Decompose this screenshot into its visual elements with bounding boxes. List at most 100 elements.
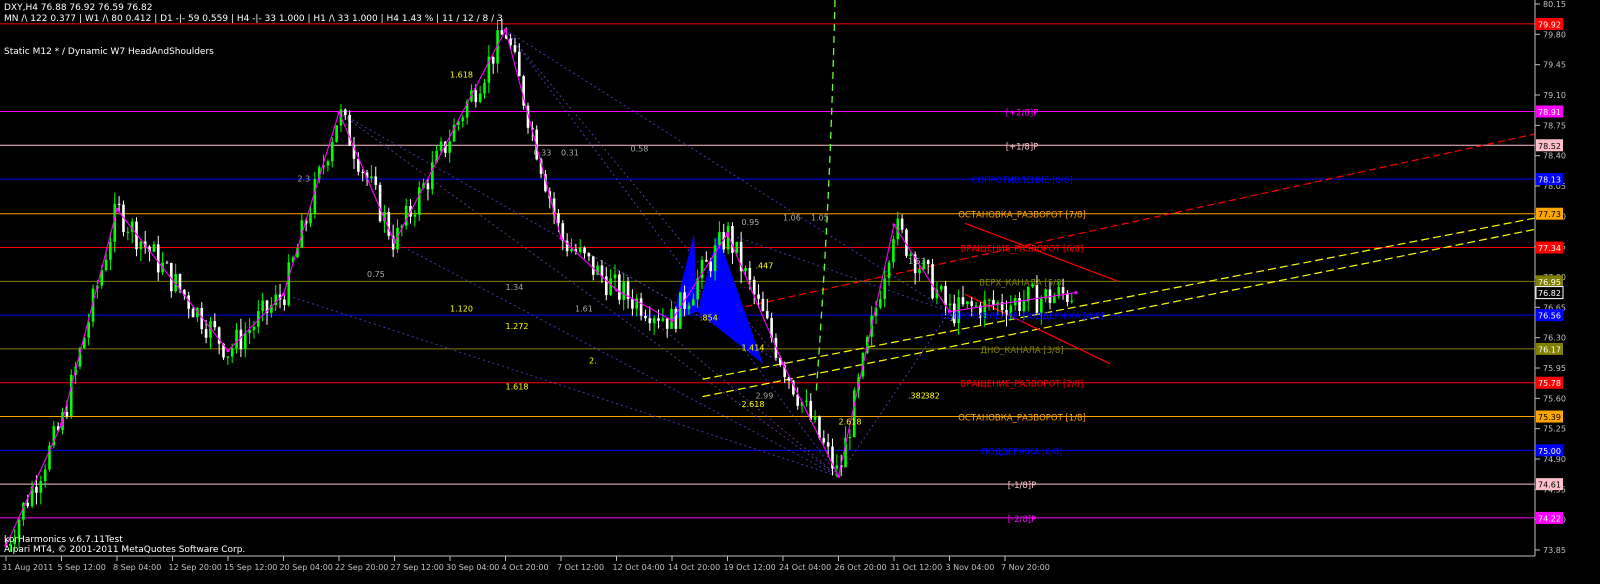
x-tick-label-3: 12 Sep 20:00 bbox=[169, 563, 222, 572]
candle-body bbox=[639, 298, 643, 316]
x-tick-label-8: 30 Sep 04:00 bbox=[446, 563, 499, 572]
x-tick-label-14: 24 Oct 04:00 bbox=[779, 563, 831, 572]
zigzag-pivot-14 bbox=[892, 223, 896, 227]
ratio-label-0: 1.618 bbox=[450, 71, 473, 80]
x-tick-label-12: 14 Oct 20:00 bbox=[668, 563, 720, 572]
candle-body bbox=[252, 326, 256, 331]
level-label-8: ДНО_КАНАЛА [3/8] bbox=[980, 346, 1063, 356]
zigzag-pivot-12 bbox=[781, 362, 785, 366]
candle-body bbox=[239, 329, 243, 350]
price-chart[interactable]: 1.618 2.3 0.33 0.31 0.58 0.75 1.34 0.95 1.05 1.06… bbox=[0, 0, 1600, 584]
zigzag-pivot-13 bbox=[836, 474, 841, 478]
candle-body bbox=[104, 259, 108, 271]
candle-body bbox=[330, 142, 334, 162]
candle-body bbox=[883, 278, 886, 300]
x-tick-label-1: 5 Sep 12:00 bbox=[58, 563, 106, 572]
candle-body bbox=[413, 214, 417, 217]
candle-body bbox=[374, 176, 378, 185]
y-tick-label-15: 74.90 bbox=[1543, 455, 1566, 464]
candle-body bbox=[461, 117, 465, 122]
x-tick-label-5: 20 Sep 04:00 bbox=[280, 563, 333, 572]
candle-body bbox=[491, 56, 495, 64]
candle-body bbox=[178, 274, 182, 290]
candle-body bbox=[243, 333, 247, 350]
level-label-11: ПОДДЕРЖКА [0/8] bbox=[982, 447, 1063, 457]
candle-body bbox=[835, 465, 839, 469]
candle-body bbox=[1070, 300, 1074, 302]
candle-body bbox=[648, 318, 652, 324]
candle-body bbox=[926, 260, 930, 265]
candle-body bbox=[326, 161, 330, 166]
level-label-10: ОСТАНОВКА_РАЗВОРОТ [1/8] bbox=[958, 414, 1086, 424]
ratio-label-14: .854 bbox=[700, 313, 718, 322]
y-tick-label-5: 78.40 bbox=[1543, 152, 1566, 161]
ratio-label-12: 1.120 bbox=[450, 305, 473, 314]
candle-body bbox=[109, 241, 112, 260]
candle-body bbox=[618, 274, 621, 300]
x-tick-label-4: 15 Sep 12:00 bbox=[224, 563, 277, 572]
ratio-label-10: 1.53 bbox=[908, 257, 926, 266]
level-tag-7: 76.56 bbox=[1538, 312, 1561, 321]
y-tick-label-14: 75.25 bbox=[1543, 425, 1566, 434]
candle-body bbox=[165, 262, 169, 264]
header-line-2: MN /\ 122 0.377 | W1 /\ 80 0.412 | D1 -|… bbox=[4, 14, 503, 24]
candle-body bbox=[757, 294, 760, 299]
candle-body bbox=[226, 356, 230, 358]
candle-body bbox=[1040, 298, 1043, 314]
candle-body bbox=[309, 213, 312, 224]
candle-body bbox=[370, 176, 373, 179]
ratio-label-19: 2.618 bbox=[742, 400, 765, 409]
level-label-6: ВЕРХ_КАНАЛА [5/8] bbox=[979, 278, 1065, 288]
candle-body bbox=[448, 141, 451, 153]
current-price-tag: 76.82 bbox=[1538, 289, 1561, 298]
x-tick-label-15: 26 Oct 20:00 bbox=[835, 563, 887, 572]
candle-body bbox=[939, 286, 943, 290]
candle-body bbox=[378, 184, 382, 222]
candle-body bbox=[665, 318, 669, 329]
candle-body bbox=[156, 244, 160, 273]
candle-body bbox=[657, 318, 660, 321]
candle-body bbox=[578, 247, 582, 253]
y-tick-label-3: 79.10 bbox=[1543, 91, 1566, 100]
level-tag-9: 75.78 bbox=[1538, 379, 1561, 388]
level-label-12: [-1/8]P bbox=[1008, 481, 1037, 491]
candle-body bbox=[892, 239, 895, 263]
candle-body bbox=[961, 297, 965, 305]
x-tick-label-11: 12 Oct 04:00 bbox=[613, 563, 665, 572]
candle-body bbox=[900, 218, 904, 230]
level-label-3: СОПРОТИВЛЕНИЕ [8/8] bbox=[971, 176, 1072, 186]
candle-body bbox=[622, 281, 625, 300]
level-label-9: ВРАЩЕНИЕ_РАЗВОРОТ [2/8] bbox=[961, 380, 1084, 390]
level-tag-3: 78.13 bbox=[1538, 176, 1561, 185]
zigzag-pivot-11 bbox=[725, 232, 730, 236]
level-label-7: СОПРОТИВЛЕНИЕ_ПОДДЕРЖКА [4/8] bbox=[940, 312, 1103, 322]
candle-body bbox=[126, 231, 130, 233]
zigzag-pivot-10 bbox=[670, 318, 674, 322]
candle-body bbox=[609, 278, 612, 296]
candle-body bbox=[644, 315, 647, 319]
zigzag-pivot-7 bbox=[503, 28, 508, 32]
y-tick-label-13: 75.60 bbox=[1543, 394, 1566, 403]
level-tag-8: 76.17 bbox=[1538, 345, 1561, 354]
level-tag-1: 78.91 bbox=[1538, 108, 1561, 117]
footer-line-1: korHarmonics v.6.7.11Test bbox=[4, 535, 123, 545]
ratio-label-8: 1.05 bbox=[811, 214, 829, 223]
ratio-label-15: 1.272 bbox=[506, 322, 529, 331]
zigzag-pivot-6 bbox=[392, 240, 397, 244]
candle-body bbox=[692, 299, 695, 306]
candle-body bbox=[478, 93, 482, 102]
candle-body bbox=[678, 292, 682, 329]
x-tick-label-13: 19 Oct 12:00 bbox=[724, 563, 776, 572]
level-label-13: [-2/8]P bbox=[1008, 515, 1037, 525]
x-tick-label-9: 4 Oct 20:00 bbox=[502, 563, 549, 572]
candle-body bbox=[987, 299, 991, 301]
zigzag-pivot-2 bbox=[115, 207, 119, 211]
ratio-label-4: 0.58 bbox=[631, 144, 649, 153]
y-tick-label-11: 76.30 bbox=[1543, 334, 1566, 343]
candle-body bbox=[705, 259, 708, 262]
candle-body bbox=[1022, 301, 1026, 312]
candle-body bbox=[992, 299, 995, 305]
candle-body bbox=[744, 267, 747, 272]
level-tag-12: 74.61 bbox=[1538, 481, 1561, 490]
ratio-label-6: 1.34 bbox=[506, 283, 524, 292]
